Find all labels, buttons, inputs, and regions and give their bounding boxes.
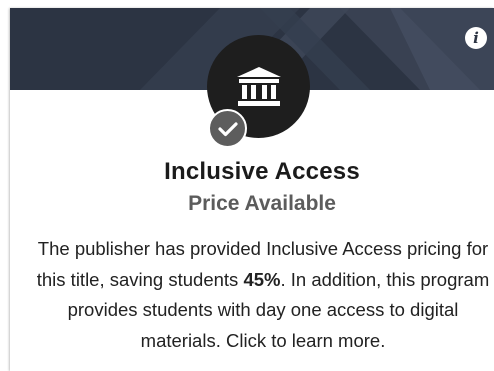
card-description[interactable]: The publisher has provided Inclusive Acc… xyxy=(34,234,492,356)
card-title: Inclusive Access xyxy=(164,158,360,185)
card-subtitle: Price Available xyxy=(188,192,336,215)
checkmark-icon xyxy=(208,109,247,148)
inclusive-access-card[interactable]: i Inclusive Access Price Available The p… xyxy=(10,8,494,371)
savings-percent: 45% xyxy=(243,268,281,290)
info-icon[interactable]: i xyxy=(465,27,487,49)
